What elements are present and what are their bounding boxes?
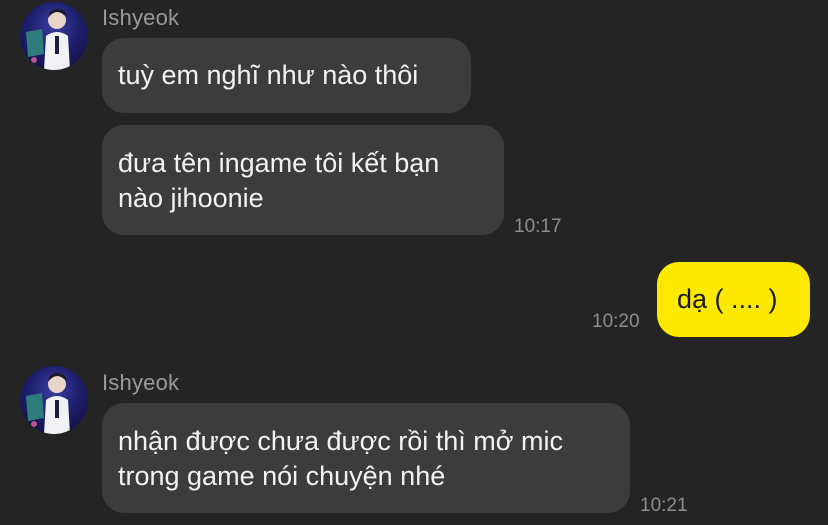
message-text: đưa tên ingame tôi kết bạn [118, 148, 440, 178]
outgoing-message-bubble[interactable]: dạ ( .... ) [657, 262, 810, 337]
avatar[interactable] [20, 2, 88, 70]
message-bubble[interactable]: nhận được chưa được rồi thì mở mic trong… [102, 403, 630, 513]
message-bubble[interactable]: tuỳ em nghĩ như nào thôi [102, 38, 471, 113]
message-timestamp: 10:17 [514, 216, 562, 237]
message-text: dạ ( .... ) [677, 284, 778, 314]
profile-photo-icon [26, 9, 70, 70]
sender-name: Ishyeok [102, 370, 180, 395]
message-text: nào jihoonie [118, 183, 264, 213]
message-bubble[interactable]: đưa tên ingame tôi kết bạn nào jihoonie [102, 125, 504, 235]
message-timestamp: 10:21 [640, 495, 688, 516]
profile-photo-icon [26, 373, 70, 434]
message-timestamp: 10:20 [592, 311, 640, 332]
message-text: trong game nói chuyện nhé [118, 461, 446, 491]
avatar[interactable] [20, 366, 88, 434]
sender-name: Ishyeok [102, 5, 180, 30]
message-text: tuỳ em nghĩ như nào thôi [118, 60, 419, 90]
message-text: nhận được chưa được rồi thì mở mic [118, 426, 563, 456]
